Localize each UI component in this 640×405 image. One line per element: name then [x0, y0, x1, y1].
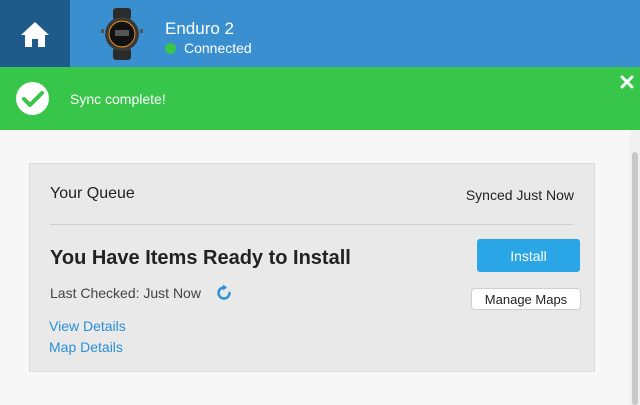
- ready-heading: You Have Items Ready to Install: [50, 247, 351, 269]
- queue-title: Your Queue: [50, 185, 135, 202]
- install-button[interactable]: Install: [477, 239, 580, 272]
- watch-image: [101, 8, 143, 60]
- home-icon: [21, 21, 49, 47]
- top-header: Enduro 2 Connected: [0, 0, 640, 67]
- synced-status: Synced Just Now: [465, 187, 574, 203]
- queue-card: Your Queue Synced Just Now You Have Item…: [29, 163, 595, 372]
- manage-maps-button[interactable]: Manage Maps: [471, 288, 581, 310]
- sync-message: Sync complete!: [70, 91, 166, 107]
- status-label: Connected: [184, 40, 252, 56]
- device-name: Enduro 2: [165, 19, 234, 38]
- scrollbar-thumb[interactable]: [632, 152, 638, 405]
- last-checked-label: Last Checked: Just Now: [50, 285, 201, 301]
- status-dot-icon: [165, 42, 176, 54]
- check-icon: [16, 82, 49, 115]
- last-checked: Last Checked: Just Now: [50, 284, 233, 302]
- connection-status: Connected: [165, 40, 252, 56]
- sync-banner: Sync complete!: [0, 67, 640, 130]
- home-button[interactable]: [0, 0, 70, 67]
- view-details-link[interactable]: View Details: [49, 318, 126, 334]
- refresh-icon[interactable]: [215, 284, 233, 302]
- divider: [50, 224, 573, 225]
- close-icon[interactable]: [618, 73, 636, 91]
- map-details-link[interactable]: Map Details: [49, 339, 123, 355]
